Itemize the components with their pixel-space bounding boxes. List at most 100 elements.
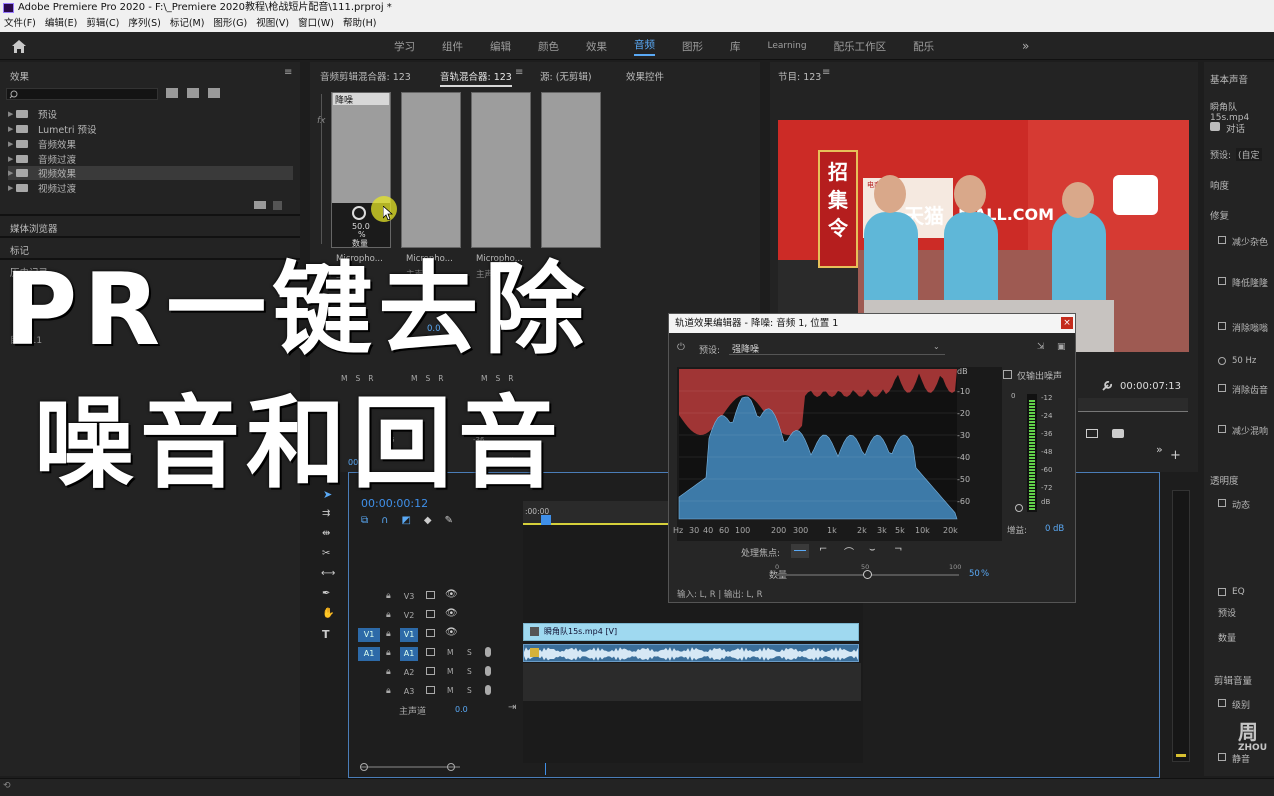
preset-save-icon[interactable]: ⇲ [1037, 342, 1045, 352]
workspace-tab-score[interactable]: 配乐 [913, 39, 934, 54]
yuv-effects-icon[interactable] [208, 88, 220, 98]
ripple-edit-tool-icon[interactable]: ⇹ [322, 528, 330, 539]
section-clarity[interactable]: 透明度 [1210, 473, 1239, 487]
panel-menu-icon[interactable]: ≡ [515, 67, 523, 78]
voice-over-record-icon[interactable] [485, 685, 491, 695]
new-folder-icon[interactable] [254, 201, 266, 209]
tree-item-video-transitions[interactable]: ▶ 视频过渡 [8, 181, 76, 195]
knob-param[interactable]: 数量 [352, 238, 368, 249]
section-loudness[interactable]: 响度 [1210, 178, 1229, 192]
focus-all-button[interactable] [791, 544, 809, 558]
solo-track-button[interactable]: S [467, 686, 472, 695]
track-name[interactable]: A2 [400, 666, 418, 680]
voice-over-record-icon[interactable] [485, 647, 491, 657]
video-clip[interactable]: 瞬角队15s.mp4 [V] [523, 623, 859, 641]
program-timecode[interactable]: 00:00:07:13 [1120, 381, 1181, 392]
checkbox-level[interactable] [1218, 699, 1226, 707]
radio-50hz[interactable] [1218, 357, 1226, 365]
workspace-tab-score-workspace[interactable]: 配乐工作区 [834, 39, 887, 54]
menu-graphics[interactable]: 图形(G) [213, 16, 247, 32]
solo-button[interactable]: S [495, 374, 500, 383]
workspace-tab-effects[interactable]: 效果 [586, 39, 607, 54]
focus-mid-cut-icon[interactable]: ⌣ [869, 544, 876, 555]
export-frame-icon[interactable] [1112, 429, 1124, 438]
focus-low-icon[interactable]: ⌐ [819, 544, 827, 555]
lock-icon[interactable]: 🔒︎ [386, 629, 391, 639]
workspace-tab-graphics[interactable]: 图形 [682, 39, 703, 54]
solo-button[interactable]: S [355, 374, 360, 383]
amount-knob[interactable] [352, 206, 366, 220]
preset-delete-icon[interactable]: ▣ [1057, 342, 1066, 352]
lock-icon[interactable]: 🔒︎ [386, 667, 391, 677]
go-to-end-icon[interactable]: ⇥ [508, 702, 516, 713]
panel-menu-icon[interactable]: ≡ [284, 67, 292, 78]
amount-slider-handle[interactable] [863, 570, 872, 579]
tab-audio-clip-mixer[interactable]: 音频剪辑混合器: 123 [320, 69, 411, 83]
solo-track-button[interactable]: S [467, 667, 472, 676]
checkbox-reduce-rumble[interactable] [1218, 277, 1226, 285]
close-icon[interactable]: × [1061, 317, 1073, 329]
mute-track-button[interactable]: M [447, 686, 453, 695]
checkbox-dynamics[interactable] [1218, 499, 1226, 507]
effects-search-input[interactable] [6, 88, 158, 100]
menu-clip[interactable]: 剪辑(C) [86, 16, 119, 32]
preset-dropdown[interactable]: 强降噪 ⌄ [729, 341, 945, 355]
home-icon[interactable] [12, 40, 26, 53]
sync-lock-icon[interactable] [426, 591, 435, 599]
checkbox-reduce-noise[interactable] [1218, 236, 1226, 244]
media-browser-tab[interactable]: 媒体浏览器 [10, 221, 58, 235]
mute-track-button[interactable]: M [447, 667, 453, 676]
lock-icon[interactable]: 🔒︎ [386, 610, 391, 620]
toggle-output-eye-icon[interactable]: 👁︎ [445, 608, 458, 619]
track-name[interactable]: V2 [400, 609, 418, 623]
sync-lock-icon[interactable] [426, 629, 435, 637]
wrench-icon[interactable] [1101, 380, 1113, 392]
more-workspaces-icon[interactable]: » [1022, 39, 1029, 53]
snap-icon[interactable]: ∩ [381, 515, 388, 527]
track-header-v2[interactable]: 🔒︎ V2 👁︎ [356, 607, 524, 625]
checkbox-dehum[interactable] [1218, 322, 1226, 330]
add-button-icon[interactable]: + [1170, 448, 1181, 463]
workspace-tab-color[interactable]: 颜色 [538, 39, 559, 54]
gain-slider-handle[interactable] [1015, 504, 1023, 512]
mute-button[interactable]: M [341, 374, 347, 383]
audio-clip[interactable] [523, 644, 859, 662]
checkbox-mute[interactable] [1218, 753, 1226, 761]
zoom-handle-left[interactable] [360, 763, 368, 771]
workspace-tab-learn[interactable]: 学习 [394, 39, 415, 54]
lock-icon[interactable]: 🔒︎ [386, 591, 391, 601]
section-repair[interactable]: 修复 [1210, 208, 1229, 222]
nest-icon[interactable]: ⧉ [361, 515, 368, 527]
toggle-output-eye-icon[interactable]: 👁︎ [445, 627, 458, 638]
effect-slot-channel-1[interactable]: 降噪 50.0 % 数量 [331, 92, 391, 248]
razor-tool-icon[interactable]: ✂ [322, 548, 330, 559]
solo-button[interactable]: S [425, 374, 430, 383]
menu-window[interactable]: 窗口(W) [298, 16, 334, 32]
focus-mid-icon[interactable]: ⌒ [844, 544, 854, 559]
lock-icon[interactable]: 🔒︎ [386, 648, 391, 658]
record-button[interactable]: R [508, 374, 513, 383]
tree-item-audio-effects[interactable]: ▶ 音频效果 [8, 137, 76, 151]
record-button[interactable]: R [368, 374, 373, 383]
track-header-a2[interactable]: 🔒︎ A2 M S [356, 664, 524, 682]
slip-tool-icon[interactable]: ⟷ [321, 568, 335, 579]
checkbox-deess[interactable] [1218, 384, 1226, 392]
menu-edit[interactable]: 编辑(E) [45, 16, 77, 32]
effect-slot-channel-3[interactable] [471, 92, 531, 248]
workspace-tab-assembly[interactable]: 组件 [442, 39, 463, 54]
solo-track-button[interactable]: S [467, 648, 472, 657]
effect-slot-denoise[interactable]: 降噪 [333, 93, 389, 106]
mute-button[interactable]: M [411, 374, 417, 383]
dialog-title-bar[interactable]: 轨道效果编辑器 - 降噪: 音频 1, 位置 1 [669, 314, 1075, 333]
track-header-v1[interactable]: V1 🔒︎ V1 👁︎ [356, 626, 524, 644]
program-monitor-title[interactable]: 节目: 123 [778, 69, 821, 83]
noise-spectrum-display[interactable] [677, 367, 1002, 541]
panel-menu-icon[interactable]: ≡ [822, 67, 830, 78]
lock-icon[interactable]: 🔒︎ [386, 686, 391, 696]
track-header-v3[interactable]: 🔒︎ V3 👁︎ [356, 588, 524, 606]
menu-help[interactable]: 帮助(H) [343, 16, 377, 32]
track-name[interactable]: V3 [400, 590, 418, 604]
tree-item-lumetri-presets[interactable]: ▶ Lumetri 预设 [8, 122, 97, 136]
record-button[interactable]: R [438, 374, 443, 383]
track-name[interactable]: A1 [400, 647, 418, 661]
